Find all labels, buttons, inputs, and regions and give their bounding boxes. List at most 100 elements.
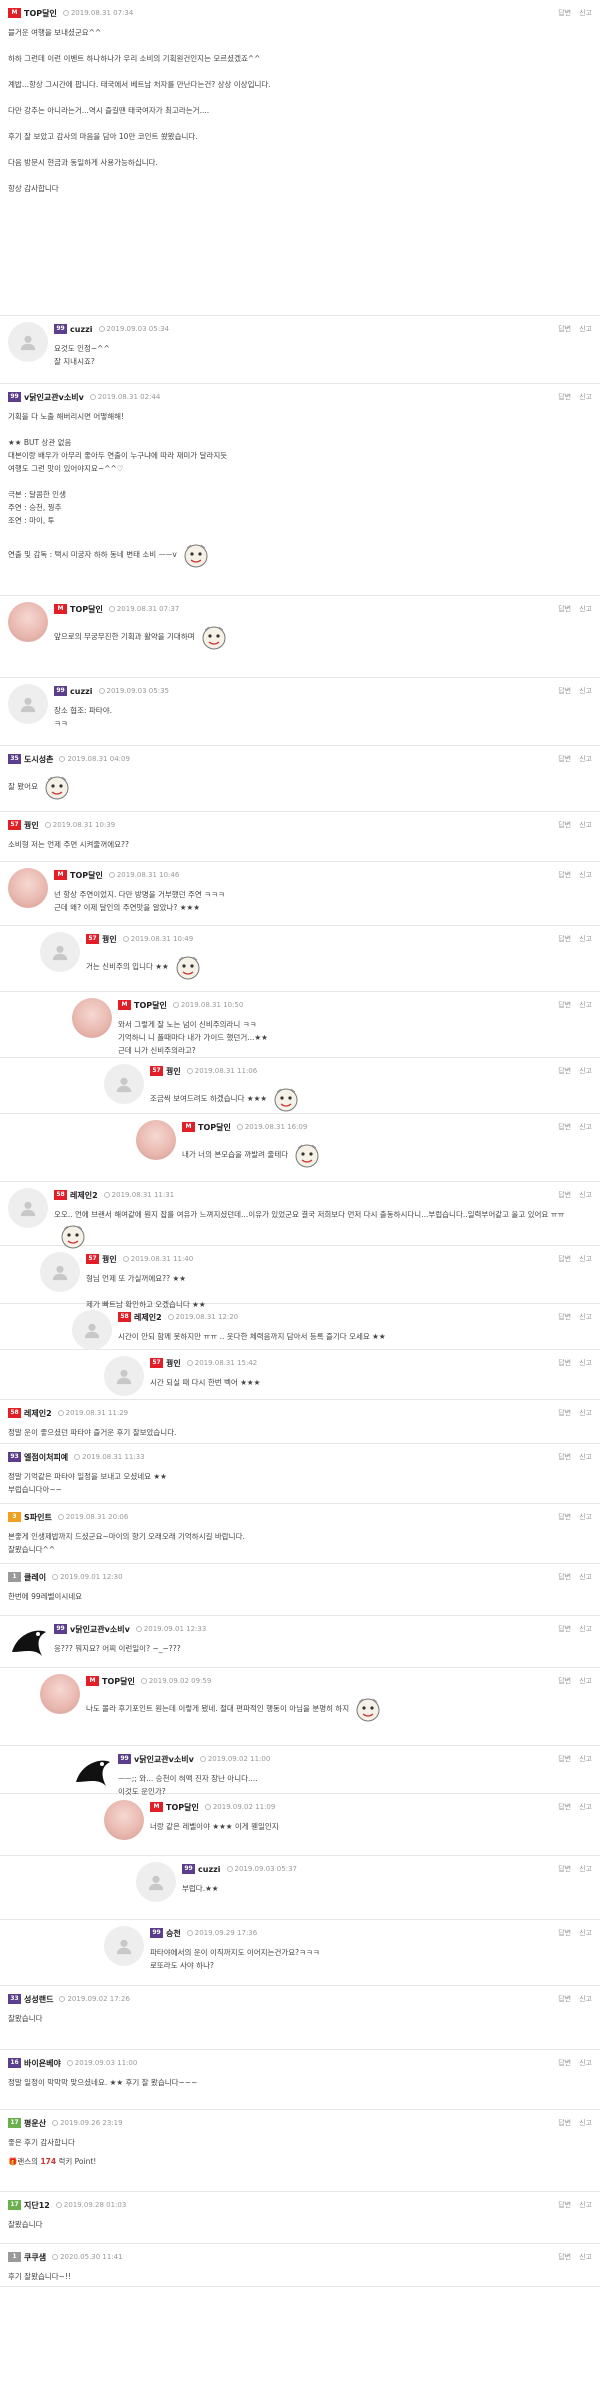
avatar[interactable] xyxy=(8,684,48,724)
reply-button[interactable]: 답변 xyxy=(558,2059,571,2067)
reply-button[interactable]: 답변 xyxy=(558,1625,571,1633)
report-button[interactable]: 신고 xyxy=(579,605,592,613)
author-name[interactable]: cuzzi xyxy=(70,325,93,334)
report-button[interactable]: 신고 xyxy=(579,1255,592,1263)
avatar[interactable] xyxy=(8,1188,48,1228)
reply-button[interactable]: 답변 xyxy=(558,2119,571,2127)
author-name[interactable]: v닭인교관v소비v xyxy=(134,1754,194,1765)
avatar[interactable] xyxy=(136,1862,176,1902)
reply-button[interactable]: 답변 xyxy=(558,1865,571,1873)
reply-button[interactable]: 답변 xyxy=(558,1995,571,2003)
reply-button[interactable]: 답변 xyxy=(558,1255,571,1263)
avatar[interactable] xyxy=(8,322,48,362)
author-name[interactable]: TOP달인 xyxy=(24,8,57,19)
author-name[interactable]: 꿩인 xyxy=(102,934,117,945)
report-button[interactable]: 신고 xyxy=(579,393,592,401)
author-name[interactable]: v닭인교관v소비v xyxy=(24,392,84,403)
report-button[interactable]: 신고 xyxy=(579,1929,592,1937)
author-name[interactable]: 꿩인 xyxy=(102,1254,117,1265)
reply-button[interactable]: 답변 xyxy=(558,755,571,763)
author-name[interactable]: 지단12 xyxy=(24,2200,50,2211)
report-button[interactable]: 신고 xyxy=(579,2119,592,2127)
reply-button[interactable]: 답변 xyxy=(558,393,571,401)
author-name[interactable]: S파인트 xyxy=(24,1512,52,1523)
avatar[interactable] xyxy=(8,868,48,908)
author-name[interactable]: v닭인교관v소비v xyxy=(70,1624,130,1635)
reply-button[interactable]: 답변 xyxy=(558,1513,571,1521)
author-name[interactable]: cuzzi xyxy=(198,1865,221,1874)
avatar[interactable] xyxy=(8,602,48,642)
avatar[interactable] xyxy=(72,998,112,1038)
author-name[interactable]: 평운산 xyxy=(24,2118,46,2129)
reply-button[interactable]: 답변 xyxy=(558,1067,571,1075)
report-button[interactable]: 신고 xyxy=(579,2059,592,2067)
author-name[interactable]: 레제인2 xyxy=(134,1312,162,1323)
report-button[interactable]: 신고 xyxy=(579,1513,592,1521)
author-name[interactable]: TOP달인 xyxy=(134,1000,167,1011)
avatar[interactable] xyxy=(104,1064,144,1104)
avatar[interactable] xyxy=(8,1622,48,1662)
report-button[interactable]: 신고 xyxy=(579,1409,592,1417)
reply-button[interactable]: 답변 xyxy=(558,1191,571,1199)
author-name[interactable]: TOP달인 xyxy=(102,1676,135,1687)
author-name[interactable]: 레제인2 xyxy=(24,1408,52,1419)
reply-button[interactable]: 답변 xyxy=(558,2201,571,2209)
author-name[interactable]: 도시성촌 xyxy=(24,754,53,765)
author-name[interactable]: 꿩인 xyxy=(166,1358,181,1369)
report-button[interactable]: 신고 xyxy=(579,1313,592,1321)
reply-button[interactable]: 답변 xyxy=(558,687,571,695)
avatar[interactable] xyxy=(136,1120,176,1160)
author-name[interactable]: TOP달인 xyxy=(198,1122,231,1133)
reply-button[interactable]: 답변 xyxy=(558,1313,571,1321)
author-name[interactable]: cuzzi xyxy=(70,687,93,696)
reply-button[interactable]: 답변 xyxy=(558,1929,571,1937)
avatar[interactable] xyxy=(40,1252,80,1292)
reply-button[interactable]: 답변 xyxy=(558,935,571,943)
report-button[interactable]: 신고 xyxy=(579,1995,592,2003)
author-name[interactable]: 꿩인 xyxy=(166,1066,181,1077)
author-name[interactable]: TOP달인 xyxy=(70,604,103,615)
author-name[interactable]: 바이욘베야 xyxy=(24,2058,61,2069)
report-button[interactable]: 신고 xyxy=(579,325,592,333)
report-button[interactable]: 신고 xyxy=(579,1359,592,1367)
author-name[interactable]: 레제인2 xyxy=(70,1190,98,1201)
report-button[interactable]: 신고 xyxy=(579,1191,592,1199)
report-button[interactable]: 신고 xyxy=(579,2201,592,2209)
avatar[interactable] xyxy=(40,1674,80,1714)
report-button[interactable]: 신고 xyxy=(579,821,592,829)
reply-button[interactable]: 답변 xyxy=(558,325,571,333)
report-button[interactable]: 신고 xyxy=(579,755,592,763)
reply-button[interactable]: 답변 xyxy=(558,1359,571,1367)
report-button[interactable]: 신고 xyxy=(579,2253,592,2261)
avatar[interactable] xyxy=(72,1752,112,1792)
report-button[interactable]: 신고 xyxy=(579,1865,592,1873)
report-button[interactable]: 신고 xyxy=(579,1067,592,1075)
report-button[interactable]: 신고 xyxy=(579,871,592,879)
author-name[interactable]: 클레이 xyxy=(24,1572,46,1583)
avatar[interactable] xyxy=(40,932,80,972)
avatar[interactable] xyxy=(104,1800,144,1840)
report-button[interactable]: 신고 xyxy=(579,1755,592,1763)
author-name[interactable]: 엘점이처피예 xyxy=(24,1452,68,1463)
report-button[interactable]: 신고 xyxy=(579,9,592,17)
report-button[interactable]: 신고 xyxy=(579,1677,592,1685)
reply-button[interactable]: 답변 xyxy=(558,821,571,829)
reply-button[interactable]: 답변 xyxy=(558,9,571,17)
reply-button[interactable]: 답변 xyxy=(558,1453,571,1461)
reply-button[interactable]: 답변 xyxy=(558,605,571,613)
avatar[interactable] xyxy=(104,1926,144,1966)
author-name[interactable]: TOP달인 xyxy=(166,1802,199,1813)
author-name[interactable]: TOP달인 xyxy=(70,870,103,881)
report-button[interactable]: 신고 xyxy=(579,1625,592,1633)
author-name[interactable]: 승천 xyxy=(166,1928,181,1939)
author-name[interactable]: 꿩인 xyxy=(24,820,39,831)
reply-button[interactable]: 답변 xyxy=(558,1803,571,1811)
author-name[interactable]: 쿠쿠샘 xyxy=(24,2252,46,2263)
reply-button[interactable]: 답변 xyxy=(558,1677,571,1685)
report-button[interactable]: 신고 xyxy=(579,1123,592,1131)
author-name[interactable]: 성성랜드 xyxy=(24,1994,53,2005)
report-button[interactable]: 신고 xyxy=(579,687,592,695)
reply-button[interactable]: 답변 xyxy=(558,2253,571,2261)
report-button[interactable]: 신고 xyxy=(579,1453,592,1461)
reply-button[interactable]: 답변 xyxy=(558,1755,571,1763)
